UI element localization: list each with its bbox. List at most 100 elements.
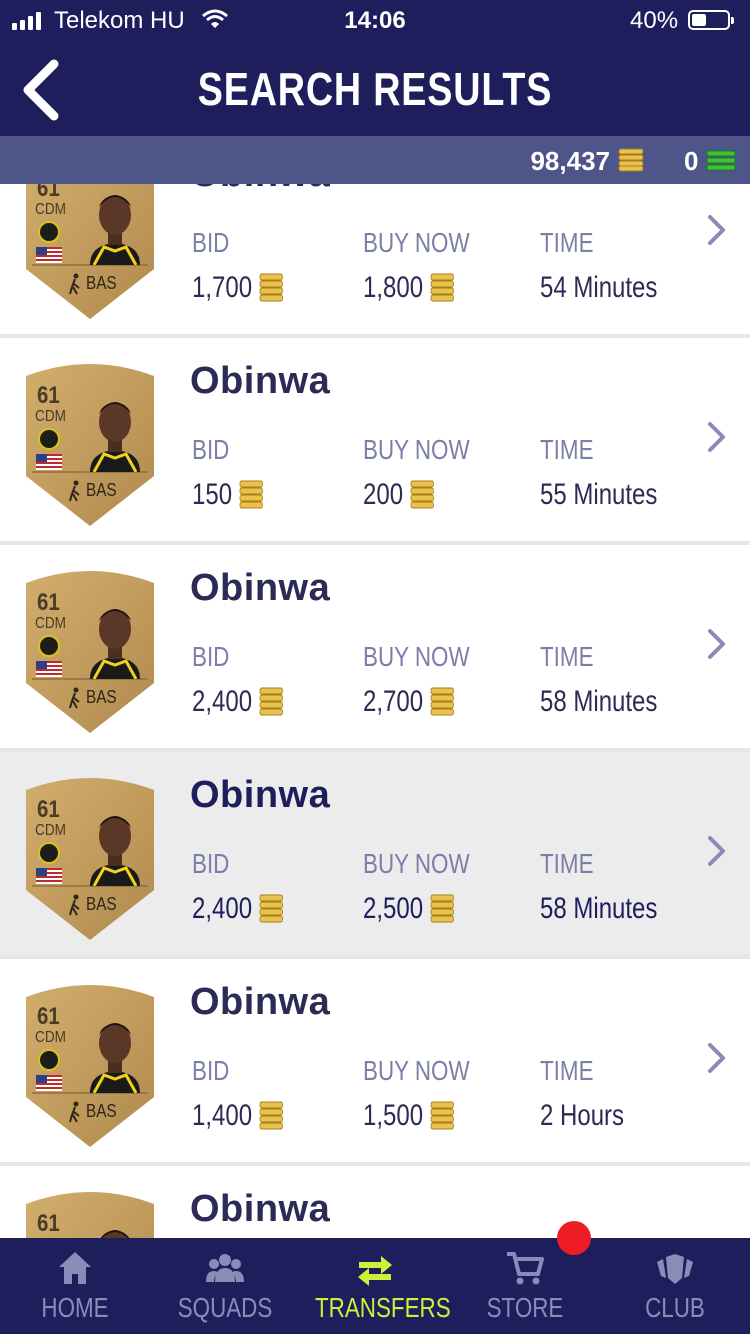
chemistry-style: BAS xyxy=(86,894,117,914)
player-card[interactable]: 61CDMBAS xyxy=(22,184,158,321)
player-card[interactable]: 61CDMBAS xyxy=(22,565,158,735)
player-name: Obinwa xyxy=(190,567,331,609)
listing-row[interactable]: 61 CDM BAS Obinwa BID 2,400 BUY NOW 2,500 TIME 58… xyxy=(0,752,750,955)
time-column: TIME 58 Minutes xyxy=(540,848,687,926)
time-label: TIME xyxy=(540,641,594,672)
buy-now-label: BUY NOW xyxy=(363,641,470,672)
time-remaining: 58 Minutes xyxy=(540,685,658,718)
buy-now-value: 2,500 xyxy=(363,892,424,925)
player-photo xyxy=(90,402,140,472)
chevron-right-icon[interactable] xyxy=(706,420,728,454)
chevron-right-icon[interactable] xyxy=(706,627,728,661)
home-icon xyxy=(59,1252,91,1284)
player-position: CDM xyxy=(35,1029,66,1046)
usa-flag-icon xyxy=(36,454,62,470)
buy-now-label: BUY NOW xyxy=(363,434,470,465)
listing-row[interactable]: 61CDMBASObinwaBID1,700BUY NOW1,800TIME54… xyxy=(0,184,750,334)
tab-club[interactable]: CLUB xyxy=(600,1238,750,1334)
player-rating: 61 xyxy=(37,589,60,616)
cart-icon xyxy=(507,1252,544,1285)
buy-now-value: 2,700 xyxy=(363,685,424,718)
bid-value: 2,400 xyxy=(192,685,253,718)
time-label: TIME xyxy=(540,227,594,258)
status-bar: Telekom HU 14:06 40% xyxy=(0,0,750,44)
listing-row[interactable]: 61 CDM BAS Obinwa BID 2,400 BUY NOW 2,700 TIME 58… xyxy=(0,545,750,748)
chemistry-icon xyxy=(69,894,80,916)
player-name: Obinwa xyxy=(190,360,331,402)
chemistry-icon xyxy=(69,273,80,295)
time-remaining: 55 Minutes xyxy=(540,478,658,511)
chevron-right-icon[interactable] xyxy=(706,1041,728,1075)
player-name: Obinwa xyxy=(190,1188,331,1230)
bid-column: BID 1,400 xyxy=(192,1055,307,1133)
squads-icon xyxy=(206,1254,244,1282)
nav-bar: SEARCH RESULTS xyxy=(0,44,750,136)
usa-flag-icon xyxy=(36,1075,62,1091)
club-badge-icon xyxy=(38,428,60,450)
search-results-list[interactable]: 61CDMBASObinwaBID1,700BUY NOW1,800TIME54… xyxy=(0,184,750,1238)
bid-label: BID xyxy=(192,1055,230,1086)
listing-row[interactable]: 61 CDM BAS Obinwa BID 1,400 BUY NOW 1,500 TIME 2 … xyxy=(0,959,750,1162)
coin-stack-icon xyxy=(430,894,454,923)
chemistry-icon xyxy=(69,480,80,502)
bid-column: BID 2,400 xyxy=(192,641,307,719)
coin-stack-icon xyxy=(618,148,644,172)
back-arrow-icon[interactable] xyxy=(16,58,66,122)
buy-now-value: 1,500 xyxy=(363,1099,424,1132)
coin-stack-icon xyxy=(259,1101,283,1130)
time-remaining: 2 Hours xyxy=(540,1099,625,1132)
time-column: TIME 58 Minutes xyxy=(540,641,687,719)
points-balance: 0 xyxy=(684,146,699,176)
listing-row[interactable]: 61CDMBAS Obinwa xyxy=(0,1166,750,1238)
club-badge-icon xyxy=(38,221,60,243)
battery-icon xyxy=(688,10,734,30)
listing-row[interactable]: 61 CDM BAS Obinwa BID 150 BUY NOW 200 TIME 55 Min… xyxy=(0,338,750,541)
coin-stack-icon xyxy=(259,273,283,302)
page-title: SEARCH RESULTS xyxy=(197,63,553,115)
player-card[interactable]: 61CDMBAS xyxy=(22,1186,158,1238)
buy-now-value: 200 xyxy=(363,478,404,511)
bid-label: BID xyxy=(192,641,230,672)
player-card[interactable]: 61CDMBAS xyxy=(22,358,158,528)
tab-squads[interactable]: SQUADS xyxy=(150,1238,300,1334)
player-photo xyxy=(90,1023,140,1093)
club-icon xyxy=(657,1254,693,1284)
player-card[interactable]: 61CDMBAS xyxy=(22,772,158,942)
time-remaining: 54 Minutes xyxy=(540,271,658,304)
coin-stack-icon xyxy=(430,687,454,716)
time-column: TIME 55 Minutes xyxy=(540,434,687,512)
bid-value: 1,400 xyxy=(192,1099,253,1132)
buy-now-value: 1,800 xyxy=(363,271,424,304)
chevron-right-icon[interactable] xyxy=(706,834,728,868)
coin-stack-icon xyxy=(259,687,283,716)
chemistry-icon xyxy=(69,1101,80,1123)
buy-now-label: BUY NOW xyxy=(363,1055,470,1086)
time-label: TIME xyxy=(540,848,594,879)
time-column: TIME 54 Minutes xyxy=(540,227,687,305)
player-position: CDM xyxy=(35,201,66,218)
tab-transfers[interactable]: TRANSFERS xyxy=(300,1238,451,1334)
notification-badge xyxy=(557,1221,591,1255)
player-card[interactable]: 61CDMBAS xyxy=(22,979,158,1149)
buy-now-label: BUY NOW xyxy=(363,227,470,258)
tab-bar: HOME SQUADS TRANSFERS STORE CLUB xyxy=(0,1238,750,1334)
tab-home[interactable]: HOME xyxy=(0,1238,150,1334)
points-icon xyxy=(706,150,736,171)
chemistry-icon xyxy=(69,687,80,709)
buy-now-column: BUY NOW 1,800 xyxy=(363,227,496,305)
buy-now-column: BUY NOW 2,500 xyxy=(363,848,496,926)
time-column: TIME 2 Hours xyxy=(540,1055,645,1133)
player-rating: 61 xyxy=(37,1210,60,1237)
chevron-right-icon[interactable] xyxy=(706,213,728,247)
player-photo xyxy=(90,609,140,679)
coin-stack-icon xyxy=(259,894,283,923)
chemistry-style: BAS xyxy=(86,687,117,707)
buy-now-label: BUY NOW xyxy=(363,848,470,879)
club-badge-icon xyxy=(38,842,60,864)
bid-value: 2,400 xyxy=(192,892,253,925)
bid-label: BID xyxy=(192,227,230,258)
club-badge-icon xyxy=(38,635,60,657)
buy-now-column: BUY NOW 1,500 xyxy=(363,1055,496,1133)
chemistry-style: BAS xyxy=(86,273,117,293)
time-label: TIME xyxy=(540,434,594,465)
